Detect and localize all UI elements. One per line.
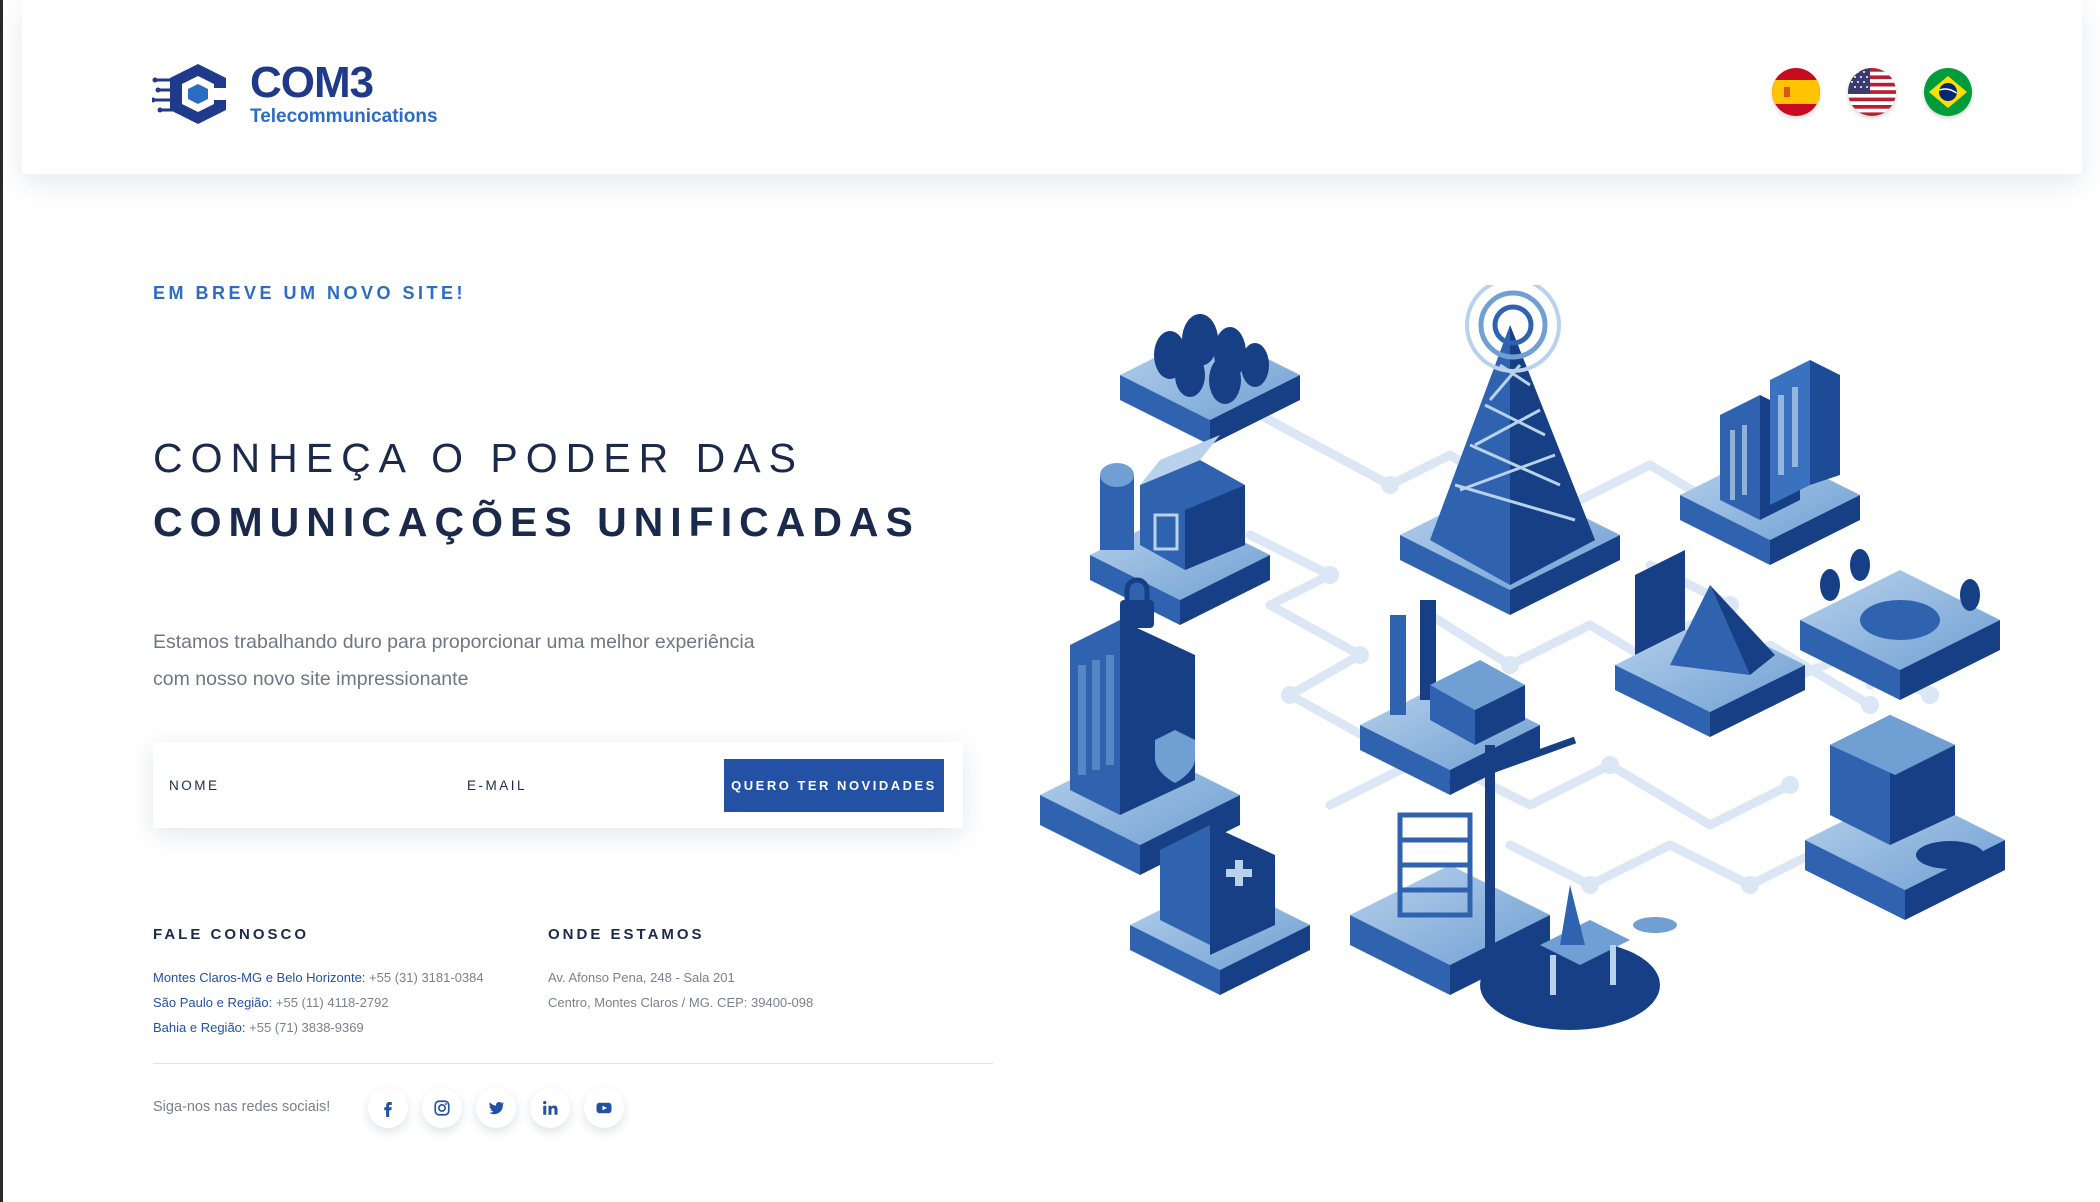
hotel-tile	[1805, 715, 2005, 920]
location-title: ONDE ESTAMOS	[548, 926, 705, 943]
hero-headline: CONHEÇA O PODER DAS COMUNICAÇÕES UNIFICA…	[153, 426, 920, 554]
newsletter-form: QUERO TER NOVIDADES	[153, 742, 963, 828]
hero-description: Estamos trabalhando duro para proporcion…	[153, 624, 853, 698]
contact-phone[interactable]: +55 (11) 4118-2792	[276, 995, 389, 1010]
isometric-city-illustration	[1040, 285, 2005, 1030]
site-header: COM3 Telecommunications	[22, 0, 2082, 174]
headline-line-2: COMUNICAÇÕES UNIFICADAS	[153, 499, 920, 545]
logo-subtitle: Telecommunications	[250, 106, 438, 127]
social-label: Siga-nos nas redes sociais!	[153, 1099, 331, 1115]
description-line-2: com nosso novo site impressionante	[153, 668, 469, 690]
linkedin-icon[interactable]	[530, 1088, 570, 1128]
contact-item: Bahia e Região: +55 (71) 3838-9369	[153, 1015, 484, 1040]
contact-list: Montes Claros-MG e Belo Horizonte: +55 (…	[153, 965, 484, 1040]
spain-flag-icon[interactable]	[1772, 68, 1820, 116]
name-input[interactable]	[169, 766, 439, 804]
logo-text: COM3 Telecommunications	[250, 61, 438, 127]
address: Av. Afonso Pena, 248 - Sala 201 Centro, …	[548, 965, 813, 1015]
address-line-2: Centro, Montes Claros / MG. CEP: 39400-0…	[548, 995, 814, 1010]
contact-phone[interactable]: +55 (31) 3181-0384	[369, 970, 484, 985]
youtube-icon[interactable]	[584, 1088, 624, 1128]
contact-region: São Paulo e Região:	[153, 995, 273, 1010]
subscribe-button[interactable]: QUERO TER NOVIDADES	[724, 759, 944, 812]
contact-region: Bahia e Região:	[153, 1020, 246, 1035]
twitter-icon[interactable]	[476, 1088, 516, 1128]
brazil-flag-icon[interactable]	[1924, 68, 1972, 116]
farm-tile	[1090, 435, 1270, 625]
contact-item: Montes Claros-MG e Belo Horizonte: +55 (…	[153, 965, 484, 990]
usa-flag-icon[interactable]	[1848, 68, 1896, 116]
facebook-icon[interactable]	[368, 1088, 408, 1128]
headline-line-1: CONHEÇA O PODER DAS	[153, 435, 804, 481]
address-line-1: Av. Afonso Pena, 248 - Sala 201	[548, 970, 735, 985]
tent-tile	[1615, 550, 1805, 737]
instagram-icon[interactable]	[422, 1088, 462, 1128]
logo-name: COM3	[250, 58, 374, 107]
logo[interactable]: COM3 Telecommunications	[152, 56, 492, 132]
language-switcher	[1772, 68, 1972, 116]
contact-phone[interactable]: +55 (71) 3838-9369	[249, 1020, 364, 1035]
coming-soon-eyebrow: EM BREVE UM NOVO SITE!	[153, 283, 467, 303]
office-towers-tile	[1680, 360, 1860, 565]
radio-tower	[1400, 285, 1620, 615]
contact-region: Montes Claros-MG e Belo Horizonte:	[153, 970, 366, 985]
social-links	[368, 1088, 624, 1128]
footer-divider	[153, 1063, 993, 1064]
contact-item: São Paulo e Região: +55 (11) 4118-2792	[153, 990, 484, 1015]
description-line-1: Estamos trabalhando duro para proporcion…	[153, 631, 755, 653]
window-left-edge	[0, 0, 3, 1202]
com3-logo-icon	[152, 64, 230, 124]
contact-title: FALE CONOSCO	[153, 926, 310, 943]
